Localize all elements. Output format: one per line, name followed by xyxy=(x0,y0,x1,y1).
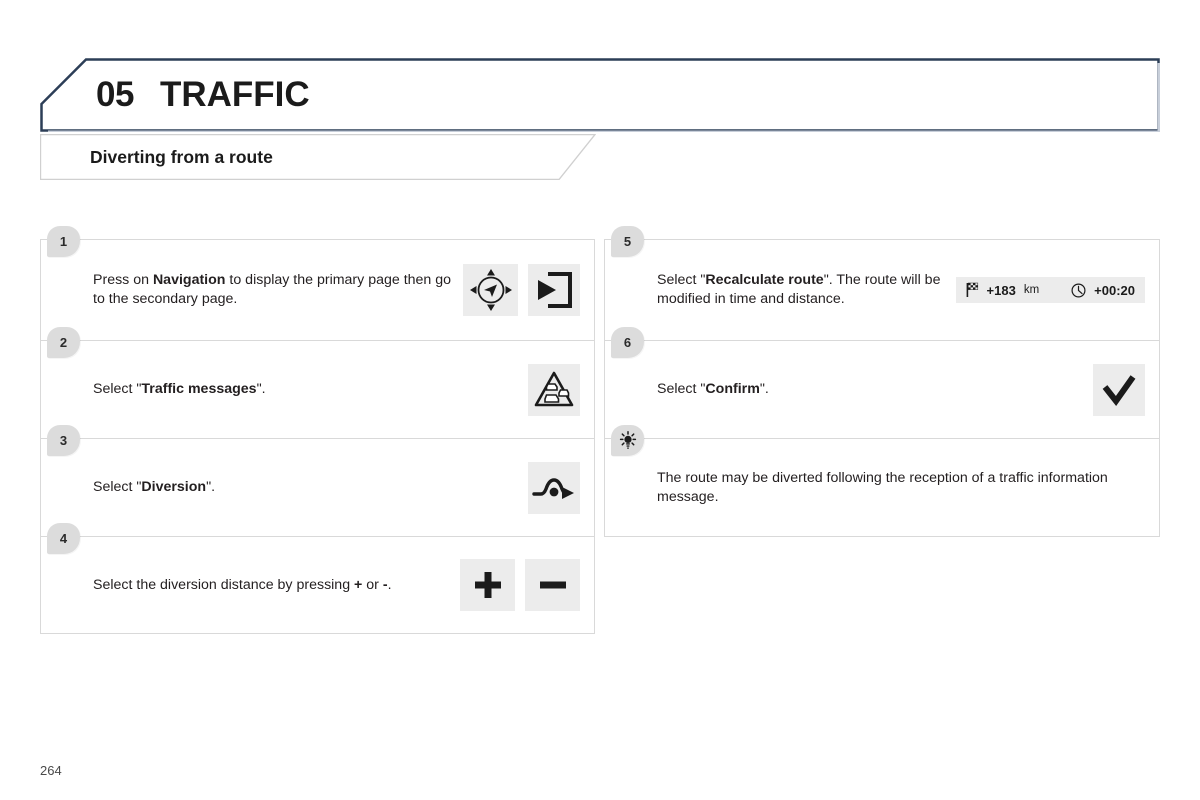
chapter-header: 05 TRAFFIC xyxy=(40,58,1160,132)
checkered-flag-icon xyxy=(966,282,979,298)
step-icons-5: +183 km +00:20 xyxy=(955,277,1145,303)
step-text-part: ". xyxy=(256,381,266,398)
step-icons-6 xyxy=(1093,363,1145,416)
minus-icon[interactable] xyxy=(525,559,580,611)
step-text-part: Press on xyxy=(93,272,153,289)
step-text-part: Select the diversion distance by pressin… xyxy=(93,576,355,593)
step-badge-5: 5 xyxy=(611,226,644,257)
step-badge-1: 1 xyxy=(47,226,80,257)
section-title: Diverting from a route xyxy=(90,146,273,167)
section-bar: Diverting from a route xyxy=(40,134,596,180)
clock-icon xyxy=(1071,282,1086,298)
step-row: 4 Select the diversion distance by press… xyxy=(41,523,594,633)
chapter-title: TRAFFIC xyxy=(159,75,310,114)
time-value: +00:20 xyxy=(1094,282,1135,298)
step-row: 1 Press on Navigation to display the pri… xyxy=(41,226,594,340)
step-text-part: Select " xyxy=(657,381,706,398)
step-text-part: or xyxy=(362,576,383,593)
step-badge-6: 6 xyxy=(611,327,644,358)
navigation-joystick-icon[interactable] xyxy=(463,264,518,316)
route-info-strip: +183 km +00:20 xyxy=(955,277,1145,303)
step-row: 6 Select "Confirm". xyxy=(605,327,1159,438)
step-text-6: Select "Confirm". xyxy=(657,380,1093,399)
page-number: 264 xyxy=(40,763,62,778)
step-badge-2: 2 xyxy=(47,327,80,358)
step-row: 2 Select "Traffic messages". xyxy=(41,327,594,438)
step-text-part: Select " xyxy=(93,479,142,496)
tip-bulb-icon xyxy=(611,425,644,456)
tip-text: The route may be diverted following the … xyxy=(657,469,1108,505)
plus-icon[interactable] xyxy=(460,559,515,611)
step-text-part: Select " xyxy=(93,381,142,398)
step-text-part: . xyxy=(387,576,392,593)
steps-column-right: 5 Select "Recalculate route". The route … xyxy=(604,226,1160,537)
step-text-5: Select "Recalculate route". The route wi… xyxy=(657,271,956,308)
step-row-tip: The route may be diverted following the … xyxy=(605,425,1159,536)
step-text-bold: Confirm xyxy=(705,381,760,398)
diversion-route-icon[interactable] xyxy=(528,461,580,514)
steps-column-left: 1 Press on Navigation to display the pri… xyxy=(40,226,595,634)
traffic-jam-warning-icon[interactable] xyxy=(528,363,580,416)
checkmark-icon[interactable] xyxy=(1093,363,1145,416)
step-text-4: Select the diversion distance by pressin… xyxy=(93,576,460,595)
step-text-part: ". xyxy=(759,381,769,398)
step-text-bold: Navigation xyxy=(152,272,226,289)
step-text-bold: Diversion xyxy=(141,479,207,496)
step-text-1: Press on Navigation to display the prima… xyxy=(93,271,463,308)
step-text-part: ". xyxy=(206,479,216,496)
step-row: 3 Select "Diversion". xyxy=(41,425,594,536)
distance-unit: km xyxy=(1023,284,1040,296)
step-row: 5 Select "Recalculate route". The route … xyxy=(605,226,1159,340)
step-icons-3 xyxy=(528,461,580,514)
step-text-part: Select " xyxy=(657,272,706,289)
step-icons-2 xyxy=(528,363,580,416)
chapter-number: 05 xyxy=(96,75,134,114)
step-badge-3: 3 xyxy=(47,425,80,456)
step-text-2: Select "Traffic messages". xyxy=(93,380,528,399)
step-badge-4: 4 xyxy=(47,523,80,554)
step-text-bold: Traffic messages xyxy=(141,381,257,398)
distance-value: +183 xyxy=(986,282,1016,298)
step-icons-1 xyxy=(463,264,580,316)
secondary-page-icon[interactable] xyxy=(528,264,580,316)
step-text-bold: Recalculate route xyxy=(705,272,824,289)
step-icons-4 xyxy=(460,559,580,611)
step-text-3: Select "Diversion". xyxy=(93,478,528,497)
